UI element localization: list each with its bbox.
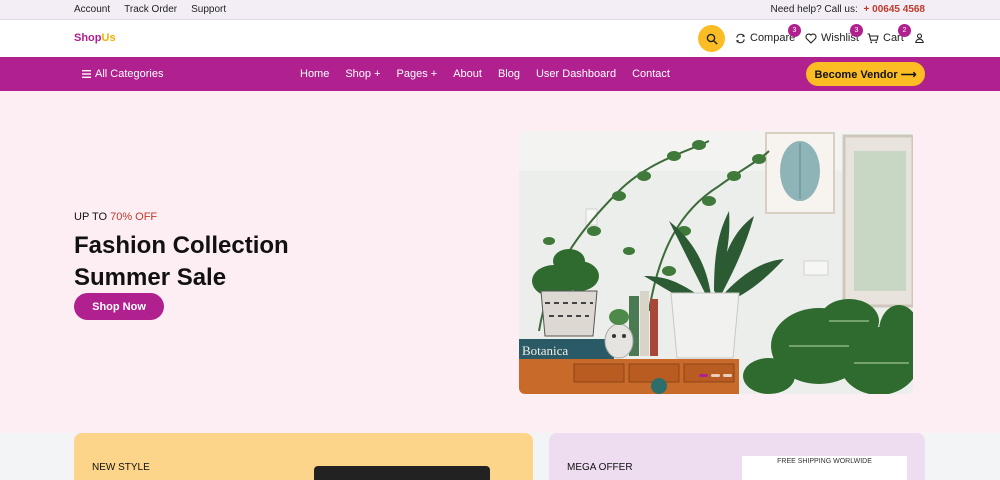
slider-dots [699, 374, 732, 377]
free-shipping-banner: FREE SHIPPING WORLWIDE [777, 458, 872, 465]
promo-card2-image: FREE SHIPPING WORLWIDE [742, 456, 907, 480]
search-button[interactable] [698, 25, 725, 52]
slider-dot-2[interactable] [711, 374, 720, 377]
nav-item-about[interactable]: About [453, 68, 482, 80]
nav-item-contact[interactable]: Contact [632, 68, 670, 80]
slider-dot-1[interactable] [699, 374, 708, 377]
become-vendor-button[interactable]: Become Vendor ⟶ [806, 62, 925, 86]
logo-part1: Shop [74, 32, 102, 44]
hero-title-line1: Fashion Collection [74, 232, 289, 259]
all-categories-label: All Categories [95, 68, 164, 80]
track-order-link[interactable]: Track Order [124, 4, 177, 15]
phone-number[interactable]: + 00645 4568 [864, 4, 925, 15]
compare-button[interactable]: Compare [735, 32, 795, 44]
hero-image: Botanica [519, 131, 913, 394]
user-account-button[interactable] [915, 33, 924, 43]
compare-count-badge: 3 [788, 24, 801, 37]
promo-card-mega-offer[interactable]: MEGA OFFER FREE SHIPPING WORLWIDE [549, 433, 925, 480]
help-text: Need help? Call us: [770, 4, 858, 15]
nav-item-shop[interactable]: Shop + [345, 68, 380, 80]
compare-icon [736, 33, 745, 43]
logo[interactable]: ShopUs [74, 32, 116, 44]
cart-icon [867, 32, 879, 43]
header: ShopUs Compare 3 Wishlist 3 Cart 2 [0, 20, 1000, 57]
logo-part2: Us [101, 32, 116, 44]
account-link[interactable]: Account [74, 4, 110, 15]
promo-card2-label: MEGA OFFER [567, 462, 633, 473]
nav-item-home[interactable]: Home [300, 68, 329, 80]
nav-item-user-dashboard[interactable]: User Dashboard [536, 68, 616, 80]
nav-item-pages[interactable]: Pages + [397, 68, 438, 80]
nav-item-blog[interactable]: Blog [498, 68, 520, 80]
hero-title: Fashion Collection Summer Sale [74, 230, 374, 294]
support-link[interactable]: Support [191, 4, 226, 15]
promo-card1-label: NEW STYLE [92, 462, 150, 473]
user-icon [915, 33, 924, 43]
hero-subtitle-prefix: UP TO [74, 211, 111, 223]
book-label: Botanica [522, 343, 568, 358]
wishlist-count-badge: 3 [850, 24, 863, 37]
heart-icon [805, 33, 817, 44]
top-links: Account Track Order Support [74, 4, 226, 15]
hero-subtitle: UP TO 70% OFF [74, 211, 157, 223]
shop-now-button[interactable]: Shop Now [74, 293, 164, 320]
hero-discount: 70% OFF [110, 211, 158, 223]
search-icon [706, 33, 718, 45]
menu-icon [82, 70, 91, 78]
promo-card-new-style[interactable]: NEW STYLE [74, 433, 533, 480]
promo-card1-image [314, 466, 490, 480]
top-bar: Account Track Order Support Need help? C… [0, 0, 1000, 20]
cart-count-badge: 2 [898, 24, 911, 37]
help-contact: Need help? Call us: + 00645 4568 [770, 4, 925, 15]
slider-dot-3[interactable] [723, 374, 732, 377]
hero-title-line2: Summer Sale [74, 264, 227, 291]
main-nav: All Categories Home Shop + Pages + About… [0, 57, 1000, 91]
plants-illustration: Botanica [519, 131, 913, 394]
all-categories-button[interactable]: All Categories [82, 68, 163, 80]
nav-menu: Home Shop + Pages + About Blog User Dash… [300, 68, 686, 80]
